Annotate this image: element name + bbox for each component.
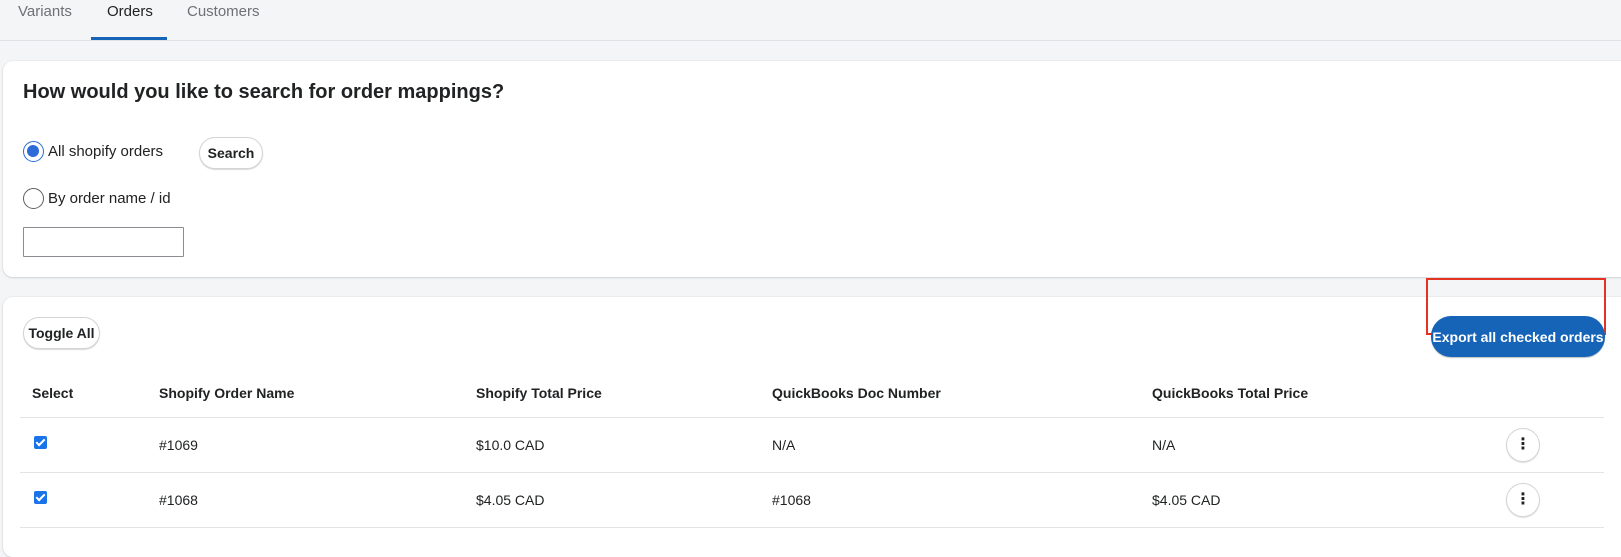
page-title: How would you like to search for order m… [23,81,505,103]
shopify-total-cell: $4.05 CAD [476,492,545,508]
column-header-shopify-order-name: Shopify Order Name [159,384,295,401]
search-button[interactable]: Search [199,137,263,169]
qb-total-cell: N/A [1152,437,1176,453]
radio-by-order-name-label: By order name / id [48,189,171,207]
more-vertical-icon[interactable]: ⋮ [1506,428,1540,462]
column-header-shopify-total-price: Shopify Total Price [476,384,602,401]
row-actions: ⋮ [1506,473,1540,527]
radio-all-orders-label: All shopify orders [48,142,164,160]
row-select-checkbox[interactable] [34,418,47,472]
checkbox-checked[interactable] [34,436,47,449]
tab-bar: Variants Orders Customers [0,0,1621,41]
order-name-cell: #1068 [159,492,198,508]
tab-orders[interactable]: Orders [91,0,167,40]
row-actions: ⋮ [1506,418,1540,472]
table-header: Select Shopify Order Name Shopify Total … [20,368,1604,418]
order-name-cell: #1069 [159,437,198,453]
column-header-quickbooks-doc-number: QuickBooks Doc Number [772,384,941,401]
radio-by-order-name-control[interactable] [23,187,44,209]
search-card: How would you like to search for order m… [3,61,1621,277]
column-header-quickbooks-total-price: QuickBooks Total Price [1152,384,1309,401]
orders-table: Select Shopify Order Name Shopify Total … [20,368,1604,528]
checkbox-checked[interactable] [34,491,47,504]
order-name-input[interactable] [23,227,184,257]
toggle-all-button[interactable]: Toggle All [23,317,100,349]
qb-total-cell: $4.05 CAD [1152,492,1221,508]
export-checked-orders-button[interactable]: Export all checked orders [1431,316,1605,357]
shopify-total-cell: $10.0 CAD [476,437,545,453]
tab-variants[interactable]: Variants [2,0,88,40]
table-row: #1069 $10.0 CAD N/A N/A ⋮ [20,418,1604,473]
radio-all-orders-control[interactable] [23,140,44,162]
qb-doc-number-cell: N/A [772,437,796,453]
qb-doc-number-cell: #1068 [772,492,811,508]
more-vertical-icon[interactable]: ⋮ [1506,483,1540,517]
column-header-select: Select [32,384,74,401]
radio-all-orders[interactable]: All shopify orders [23,139,163,163]
row-select-checkbox[interactable] [34,473,47,527]
table-row: #1068 $4.05 CAD #1068 $4.05 CAD ⋮ [20,473,1604,528]
radio-by-order-name[interactable]: By order name / id [23,186,171,210]
tab-customers[interactable]: Customers [171,0,276,40]
